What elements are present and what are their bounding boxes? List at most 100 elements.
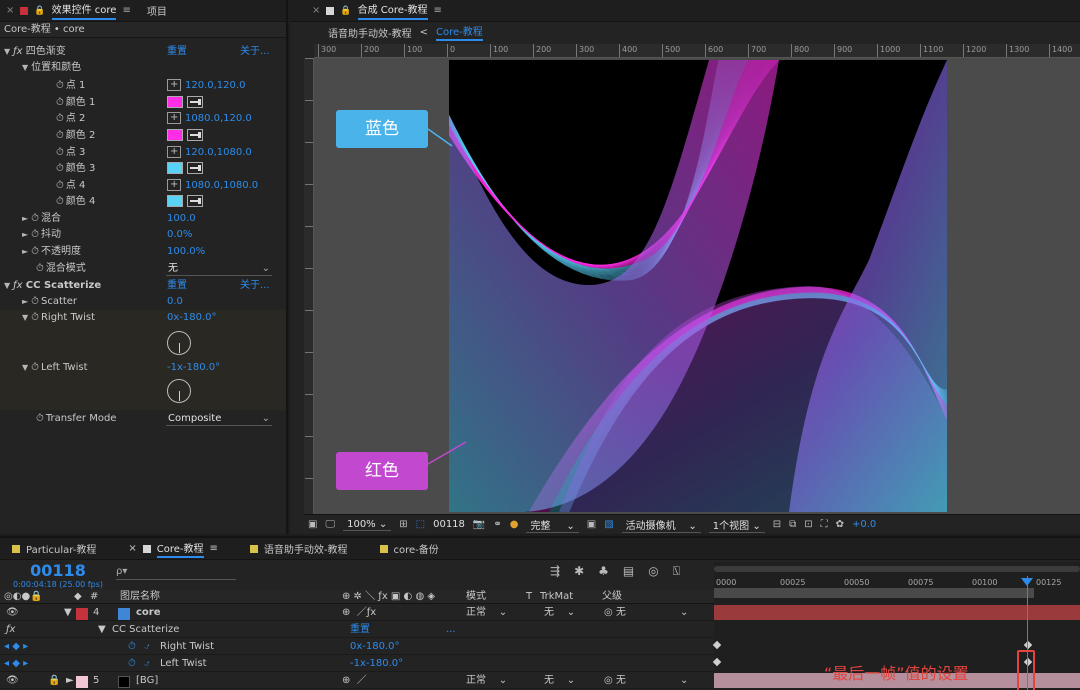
lock-icon[interactable]: 🔒 (48, 673, 60, 689)
stopwatch-active-icon[interactable]: ⏱ (31, 362, 39, 373)
trkmat-select[interactable]: 无 ⌄ (544, 605, 575, 621)
stopwatch-icon[interactable]: ⏱ (56, 130, 64, 141)
expand-triangle-icon[interactable]: ► (22, 247, 28, 256)
color-channel-icon[interactable]: ● (510, 519, 519, 530)
stopwatch-icon[interactable]: ⏱ (56, 97, 64, 108)
expand-triangle-icon[interactable]: ▼ (4, 47, 10, 56)
eyedropper-icon[interactable] (187, 162, 203, 174)
graph-icon[interactable]: ⍻ (144, 639, 150, 655)
about-link[interactable]: 关于... (240, 278, 270, 294)
crosshair-icon[interactable] (167, 144, 181, 160)
tab-effect-controls[interactable]: 效果控件 core (51, 1, 117, 20)
tab-particular[interactable]: Particular-教程 (12, 541, 96, 556)
param-value[interactable]: 1080.0,1080.0 (185, 180, 258, 191)
group-position-color[interactable]: ▼ 位置和颜色 (0, 60, 286, 76)
param-value[interactable]: 0x-180.0° (167, 310, 217, 326)
layer-label-color[interactable] (76, 676, 88, 688)
current-frame-field[interactable]: 00118 (433, 519, 465, 530)
comp-flow-icon[interactable]: ⇶ (550, 564, 560, 579)
stopwatch-icon[interactable]: ⏱ (56, 113, 64, 124)
stopwatch-icon[interactable]: ⏱ (56, 196, 64, 207)
layer-name[interactable]: [BG] (136, 673, 158, 689)
effect-row-four-color-gradient[interactable]: ▼ ƒx 四色渐变 重置 关于... (0, 44, 286, 60)
parent-select[interactable]: ◎ 无 (604, 605, 626, 621)
stopwatch-icon[interactable]: ⏱ (56, 180, 64, 191)
breadcrumb-item-active[interactable]: Core-教程 (436, 23, 483, 41)
layer-switch-icons[interactable]: ⊕ ／ƒx (342, 605, 376, 621)
graph-icon[interactable]: ⍻ (144, 656, 150, 672)
crosshair-icon[interactable] (167, 177, 181, 193)
stopwatch-icon[interactable]: ⏱ (36, 263, 44, 274)
property-row-left-twist[interactable]: ◂ ◆ ▸ ⏱ ⍻ Left Twist -1x-180.0° (0, 656, 714, 672)
angle-dial[interactable] (167, 331, 191, 355)
layer-label-color[interactable] (76, 608, 88, 620)
property-row-right-twist[interactable]: ◂ ◆ ▸ ⏱ ⍻ Right Twist 0x-180.0° (0, 639, 714, 655)
param-value[interactable]: 100.0% (167, 244, 205, 260)
current-time-display[interactable]: 00118 0:00:04:18 (25.00 fps) (8, 562, 108, 590)
camera-dropdown[interactable]: 活动摄像机 ⌄ (621, 517, 701, 533)
chevron-down-icon[interactable]: ⌄ (680, 673, 688, 689)
exposure-value[interactable]: +0.0 (852, 519, 876, 530)
crosshair-icon[interactable] (167, 77, 181, 93)
property-value[interactable]: -1x-180.0° (350, 656, 403, 672)
layer-row-core[interactable]: 👁 ▼ 4 core ⊕ ／ƒx 正常 ⌄ 无 ⌄ ◎ 无 ⌄ (0, 605, 714, 621)
param-value[interactable]: -1x-180.0° (167, 360, 220, 376)
param-value[interactable]: 100.0 (167, 211, 196, 227)
keyframe-start[interactable] (712, 657, 722, 667)
param-value[interactable]: 0.0 (167, 294, 183, 310)
blend-mode-select[interactable]: 正常 ⌄ (466, 605, 507, 621)
about-link[interactable]: 关于... (240, 44, 270, 60)
panel-menu-icon[interactable]: ≡ (210, 543, 218, 554)
expand-triangle-icon[interactable]: ▼ (4, 281, 10, 290)
layer-row-bg[interactable]: 👁 🔒 ► 5 [BG] ⊕ ／ 正常 ⌄ 无 ⌄ ◎ 无 ⌄ (0, 673, 714, 689)
expand-triangle-icon[interactable]: ▼ (22, 363, 28, 372)
parent-select[interactable]: ◎ 无 (604, 673, 626, 689)
show-snapshot-icon[interactable]: ⚭ (493, 519, 501, 530)
fast-preview-icon[interactable]: ⧉ (789, 519, 796, 530)
monitor-icon[interactable]: ▣ (308, 519, 317, 530)
resolution-dropdown[interactable]: 完整 ⌄ (526, 517, 579, 533)
eyedropper-icon[interactable] (187, 96, 203, 108)
reset-link[interactable]: 重置 (167, 278, 187, 294)
expand-triangle-icon[interactable]: ▼ (22, 63, 28, 72)
close-tab-icon[interactable]: × (312, 5, 320, 16)
effect-row-cc-scatterize[interactable]: ƒx ▼ CC Scatterize 重置 ... (0, 622, 714, 638)
stopwatch-active-icon[interactable]: ⏱ (128, 639, 136, 655)
zoom-dropdown[interactable]: 100% ⌄ (343, 519, 392, 531)
time-navigator[interactable] (714, 566, 1080, 572)
eye-icon[interactable]: 👁 (6, 605, 19, 621)
tab-voice-assistant[interactable]: 语音助手动效-教程 (249, 541, 348, 556)
eyedropper-icon[interactable] (187, 195, 203, 207)
keyframe-navigator-icon[interactable]: ◂ ◆ ▸ (4, 656, 28, 672)
tab-composition[interactable]: 合成 Core-教程 (357, 1, 428, 20)
trkmat-select[interactable]: 无 ⌄ (544, 673, 575, 689)
layer-switch-icons[interactable]: ⊕ ／ (342, 673, 367, 689)
eye-icon[interactable]: 👁 (6, 673, 19, 689)
effect-row-cc-scatterize[interactable]: ▼ ƒx CC Scatterize 重置 关于... (0, 278, 286, 294)
transfer-mode-dropdown[interactable]: Composite ⌄ (166, 412, 272, 426)
stopwatch-icon[interactable]: ⏱ (56, 163, 64, 174)
blend-mode-dropdown[interactable]: 无 ⌄ (166, 262, 272, 276)
layer-search-input[interactable]: ρ▾ (116, 566, 236, 580)
exposure-reset-icon[interactable]: ✿ (836, 519, 844, 530)
color-swatch[interactable] (167, 129, 183, 141)
expand-triangle-icon[interactable]: ► (22, 297, 28, 306)
col-layer-name[interactable]: 图层名称 (120, 590, 160, 604)
angle-dial[interactable] (167, 379, 191, 403)
layer-bar-core[interactable] (714, 605, 1080, 620)
composition-viewer[interactable]: 蓝色 红色 (314, 58, 1080, 514)
reset-link[interactable]: 重置 (167, 44, 187, 60)
tab-core-backup[interactable]: core-备份 (379, 541, 439, 556)
color-swatch[interactable] (167, 195, 183, 207)
timeline-toggle-icon[interactable]: ⊡ (804, 519, 812, 530)
expand-triangle-icon[interactable]: ► (66, 673, 74, 689)
expand-triangle-icon[interactable]: ▼ (64, 605, 72, 621)
graph-editor-icon[interactable]: ⍂ (673, 564, 680, 579)
stopwatch-icon[interactable]: ⏱ (36, 413, 44, 424)
param-value[interactable]: 0.0% (167, 227, 192, 243)
stopwatch-active-icon[interactable]: ⏱ (128, 656, 136, 672)
expand-triangle-icon[interactable]: ► (22, 214, 28, 223)
param-value[interactable]: 120.0,1080.0 (185, 147, 252, 158)
lock-icon[interactable]: 🔒 (34, 6, 45, 16)
region-of-interest-icon[interactable]: ▣ (587, 519, 596, 530)
